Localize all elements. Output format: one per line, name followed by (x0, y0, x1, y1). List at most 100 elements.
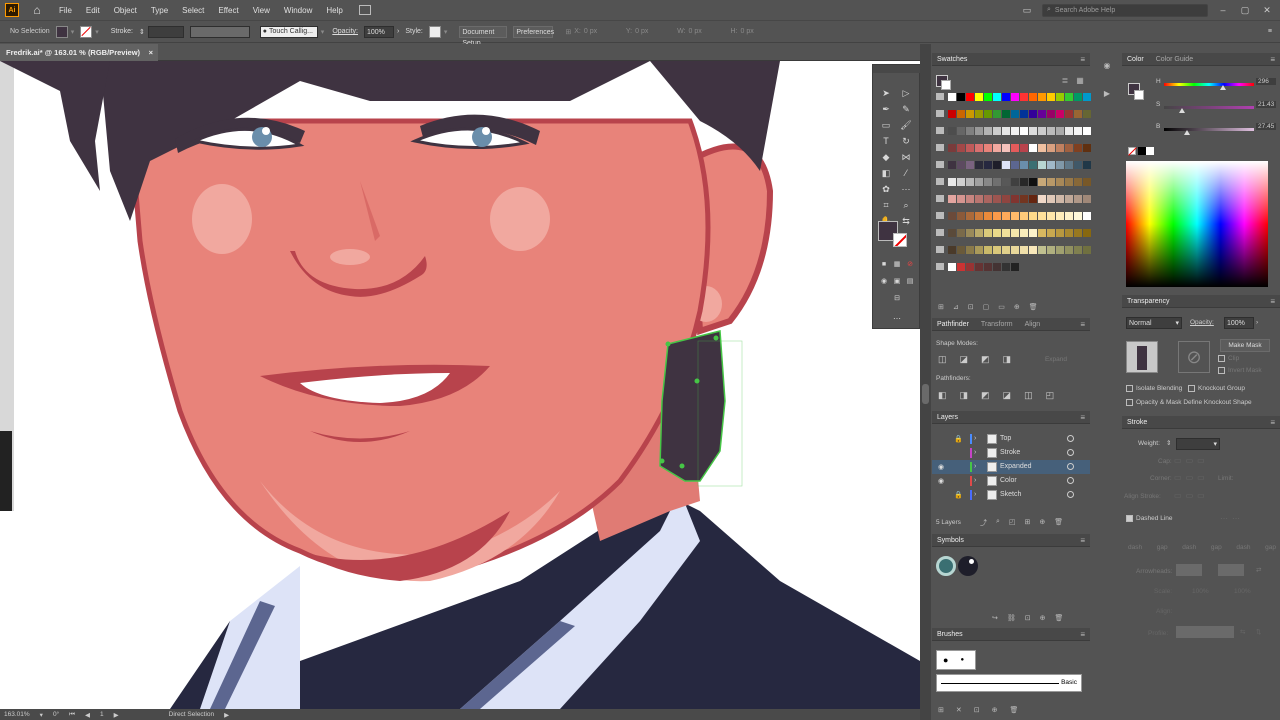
s-value-field[interactable]: 21.43 (1256, 101, 1276, 108)
clip-checkbox[interactable]: Clip (1218, 355, 1239, 362)
swatch-grid[interactable] (936, 93, 1091, 278)
color-menu-icon[interactable]: ≡ (1270, 55, 1275, 64)
color-swatch[interactable] (975, 229, 983, 237)
end-scale-value[interactable]: 100% (1234, 588, 1251, 595)
brush-options-icon[interactable]: ⊡ (974, 706, 980, 714)
color-swatch[interactable] (957, 161, 965, 169)
color-swatch[interactable] (948, 93, 956, 101)
color-swatch[interactable] (1056, 195, 1064, 203)
hue-slider-handle[interactable] (1220, 85, 1226, 90)
new-brush-icon[interactable]: ⊕ (992, 706, 998, 714)
flip-along-icon[interactable]: ⇆ (1240, 628, 1245, 636)
color-swatch[interactable] (1083, 144, 1091, 152)
b-value-field[interactable]: 27.45 (1256, 123, 1276, 130)
layer-row-top[interactable]: 🔒 › Top (932, 432, 1090, 446)
color-swatch[interactable] (957, 229, 965, 237)
color-swatch[interactable] (1065, 110, 1073, 118)
color-swatch[interactable] (1074, 229, 1082, 237)
color-swatch[interactable] (1029, 229, 1037, 237)
color-swatch[interactable] (948, 161, 956, 169)
direct-selection-tool-icon[interactable]: ▷ (900, 87, 912, 99)
color-swatch[interactable] (1065, 93, 1073, 101)
color-swatch[interactable] (1020, 178, 1028, 186)
color-swatch[interactable] (1038, 127, 1046, 135)
swatch-group-folder-icon[interactable] (936, 144, 944, 151)
color-swatch[interactable] (1074, 195, 1082, 203)
screen-mode-icon[interactable]: ▣ (891, 276, 903, 288)
align-icon[interactable]: ⊞ (565, 28, 571, 36)
selection-tool-icon[interactable]: ➤ (880, 87, 892, 99)
color-swatch[interactable] (957, 93, 965, 101)
color-swatch[interactable] (1074, 144, 1082, 152)
color-swatch[interactable] (1029, 246, 1037, 254)
color-swatch[interactable] (1083, 195, 1091, 203)
brushes-menu-icon[interactable]: ≡ (1080, 630, 1085, 639)
color-swatch[interactable] (984, 246, 992, 254)
color-swatch[interactable] (1047, 161, 1055, 169)
eyedropper-tool-icon[interactable]: ⁄ (900, 167, 912, 179)
brush-preset-dots[interactable]: ● ● (936, 650, 976, 670)
white-color-swatch[interactable] (1146, 147, 1154, 155)
unite-icon[interactable]: ◫ (938, 354, 947, 365)
color-swatch[interactable] (1011, 110, 1019, 118)
outline-icon[interactable]: ◫ (1024, 390, 1033, 401)
tab-color-guide[interactable]: Color Guide (1156, 56, 1193, 63)
status-arrow-icon[interactable]: ▶ (224, 711, 229, 719)
color-swatch[interactable] (1065, 229, 1073, 237)
artboard-canvas[interactable] (0, 61, 920, 709)
color-swatch[interactable] (1020, 212, 1028, 220)
color-swatch[interactable] (1038, 195, 1046, 203)
menu-type[interactable]: Type (151, 6, 168, 15)
color-swatch[interactable] (1002, 127, 1010, 135)
color-swatch[interactable] (1002, 144, 1010, 152)
color-swatch[interactable] (1020, 93, 1028, 101)
artboard-tool-icon[interactable]: ⌗ (880, 199, 892, 211)
minimize-icon[interactable]: – (1216, 4, 1230, 16)
pen-tool-icon[interactable]: ✒ (880, 103, 892, 115)
minus-back-icon[interactable]: ◰ (1046, 390, 1055, 401)
color-swatch[interactable] (1002, 178, 1010, 186)
swap-icon[interactable]: ⇆ (900, 215, 912, 227)
x-field[interactable]: 0 px (584, 28, 620, 35)
rotation-value[interactable]: 0° (53, 711, 59, 718)
color-swatch[interactable] (993, 212, 1001, 220)
color-swatch[interactable] (975, 93, 983, 101)
intersect-icon[interactable]: ◩ (981, 354, 990, 365)
menu-file[interactable]: File (59, 6, 72, 15)
basic-brush[interactable]: Basic (936, 674, 1082, 692)
isolate-blending-checkbox[interactable]: Isolate Blending (1126, 385, 1182, 392)
object-thumbnail[interactable] (1126, 341, 1158, 373)
color-swatch[interactable] (1011, 263, 1019, 271)
color-swatch[interactable] (966, 178, 974, 186)
color-swatch[interactable] (1056, 246, 1064, 254)
color-swatch[interactable] (957, 195, 965, 203)
lock-icon[interactable]: 🔒 (954, 435, 963, 443)
layer-row-sketch[interactable]: 🔒 › Sketch (932, 488, 1090, 502)
color-swatch[interactable] (957, 110, 965, 118)
type-tool-icon[interactable]: T (880, 135, 892, 147)
scroll-thumb[interactable] (922, 384, 929, 404)
color-swatch[interactable] (1047, 127, 1055, 135)
eraser-tool-icon[interactable]: ◆ (880, 151, 892, 163)
color-swatch[interactable] (1038, 212, 1046, 220)
y-field[interactable]: 0 px (635, 28, 671, 35)
color-swatch[interactable] (1065, 212, 1073, 220)
delete-symbol-icon[interactable]: 🗑 (1055, 614, 1064, 622)
symbol-options-icon[interactable]: ⊡ (1025, 614, 1031, 622)
control-bar-menu-icon[interactable]: ≡ (1268, 28, 1272, 35)
style-dropdown-icon[interactable]: ▾ (444, 28, 448, 36)
layer-name[interactable]: Stroke (1000, 449, 1020, 456)
color-spectrum[interactable] (1126, 161, 1268, 287)
color-stroke-box[interactable] (1134, 90, 1144, 100)
color-swatch[interactable] (1047, 110, 1055, 118)
exclude-icon[interactable]: ◨ (1003, 354, 1012, 365)
merge-icon[interactable]: ◩ (981, 390, 990, 401)
color-swatch[interactable] (957, 212, 965, 220)
color-swatch[interactable] (1065, 161, 1073, 169)
expand-layer-icon[interactable]: › (974, 435, 976, 442)
expand-layer-icon[interactable]: › (974, 463, 976, 470)
swatch-group-folder-icon[interactable] (936, 263, 944, 270)
home-icon[interactable]: ⌂ (29, 3, 45, 17)
layer-row-stroke[interactable]: › Stroke (932, 446, 1090, 460)
color-swatch[interactable] (1038, 161, 1046, 169)
